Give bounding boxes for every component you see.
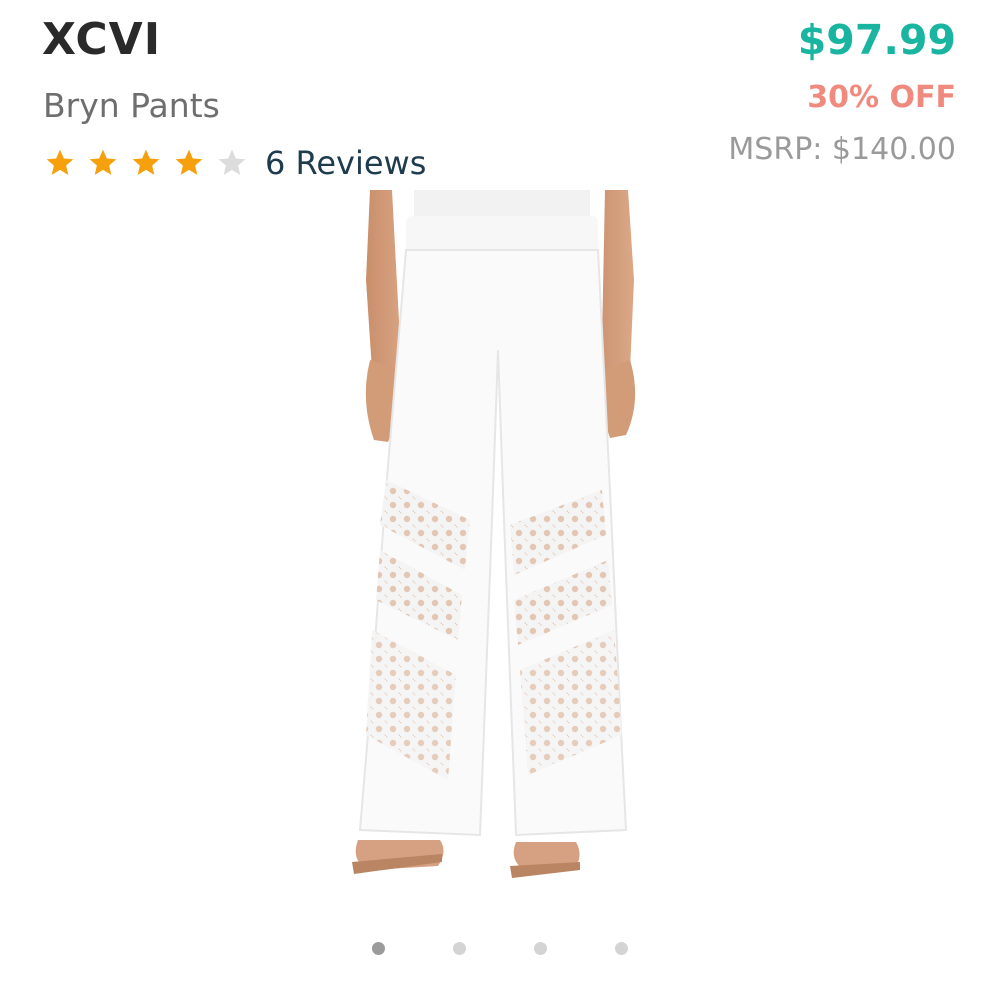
price-block: $97.99 30% OFF MSRP: $140.00 xyxy=(728,14,956,170)
pants-illustration xyxy=(352,190,636,878)
star-icon xyxy=(87,147,119,179)
reviews-link[interactable]: 6 Reviews xyxy=(265,144,426,182)
product-page: XCVI Bryn Pants 6 Reviews $97.99 30% OFF… xyxy=(0,0,1000,1000)
star-icon xyxy=(130,147,162,179)
product-title: Bryn Pants xyxy=(43,86,220,125)
carousel-dot[interactable] xyxy=(615,942,628,955)
star-icon xyxy=(216,147,248,179)
discount-badge: 30% OFF xyxy=(807,80,956,115)
brand-name[interactable]: XCVI xyxy=(42,14,161,65)
carousel-dot[interactable] xyxy=(453,942,466,955)
carousel-dots xyxy=(0,942,1000,955)
sale-price: $97.99 xyxy=(797,16,956,64)
carousel-dot[interactable] xyxy=(372,942,385,955)
msrp-price: MSRP: $140.00 xyxy=(728,132,956,167)
product-image[interactable] xyxy=(330,190,670,890)
star-icon xyxy=(173,147,205,179)
rating-row[interactable]: 6 Reviews xyxy=(44,140,426,186)
carousel-dot[interactable] xyxy=(534,942,547,955)
star-icon xyxy=(44,147,76,179)
